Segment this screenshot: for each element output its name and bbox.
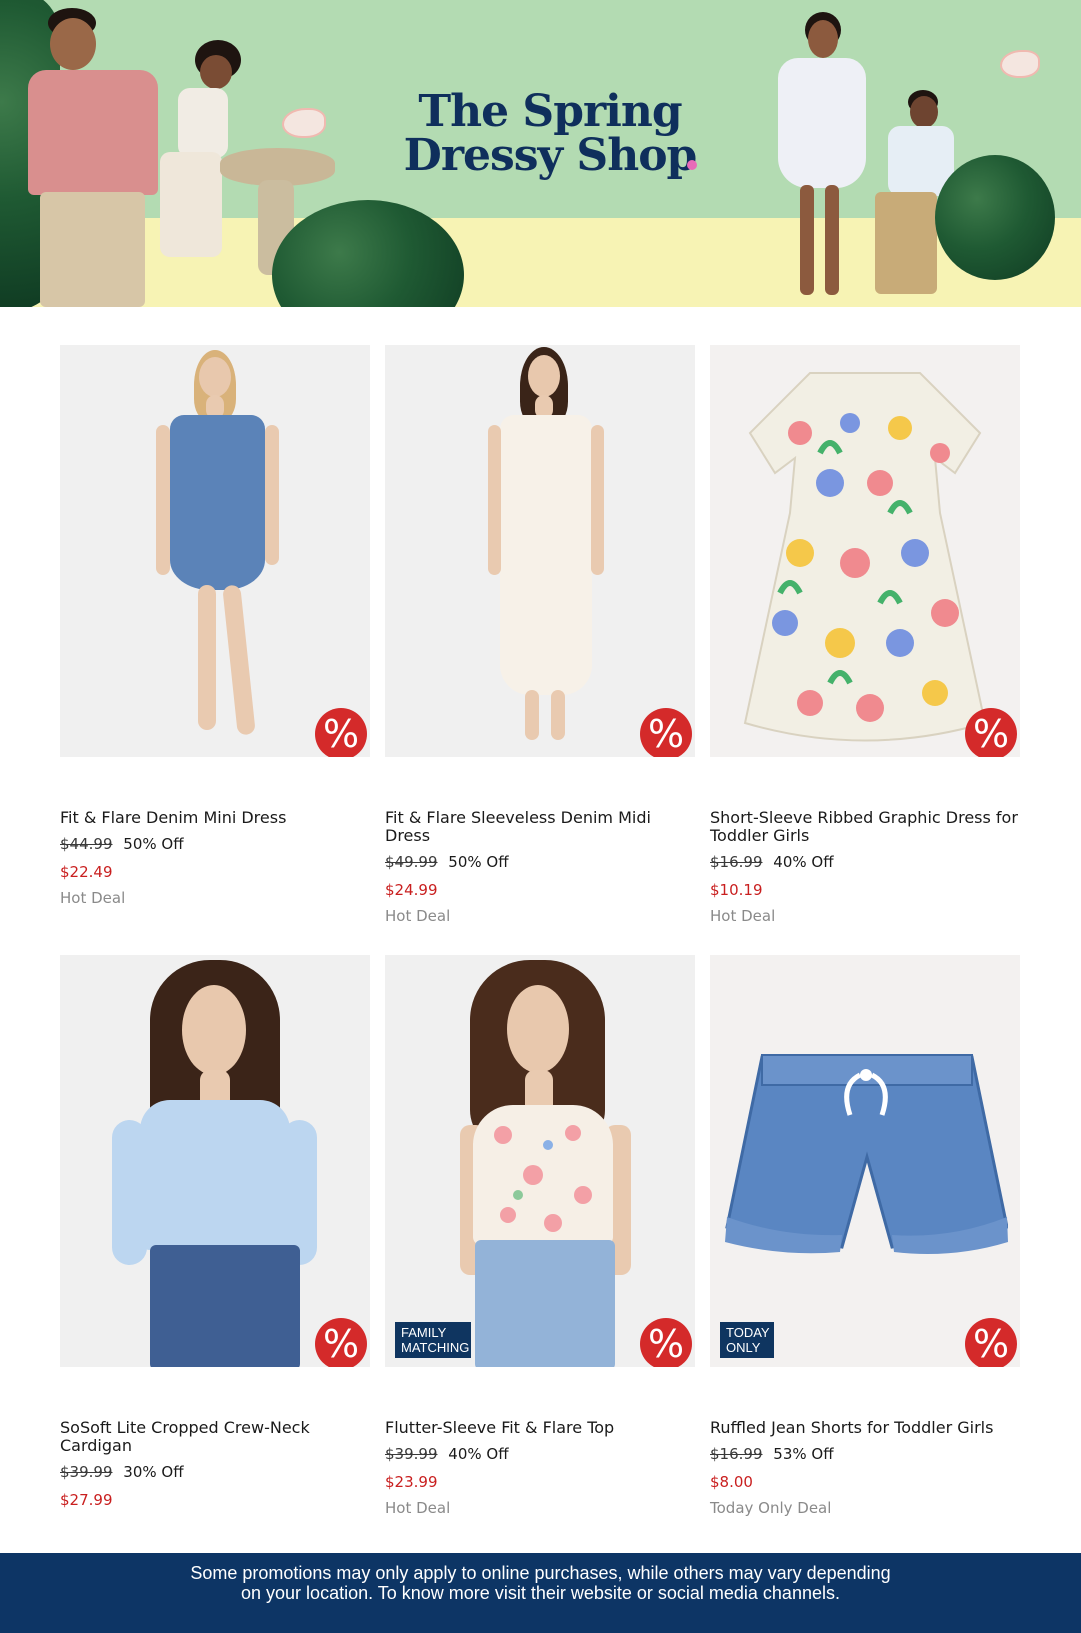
footer-disclaimer-text: Some promotions may only apply to online… [190,1563,891,1603]
sale-price: $8.00 [710,1473,753,1491]
sale-price: $23.99 [385,1473,438,1491]
jeans [475,1240,615,1367]
discount-label: 30% Off [123,1463,184,1481]
original-price: $39.99 [385,1445,438,1463]
original-price: $16.99 [710,1445,763,1463]
topiary-ball-right [935,155,1055,280]
product-name[interactable]: Fit & Flare Denim Mini Dress [60,809,370,827]
hero-title-line1: The Spring [418,86,682,137]
product-name[interactable]: Ruffled Jean Shorts for Toddler Girls [710,1419,1020,1437]
deal-label: Today Only Deal [710,1499,832,1517]
product-grid: % Fit & Flare Denim Mini Dress $44.99 50… [60,345,1022,1565]
product-name[interactable]: Short-Sleeve Ribbed Graphic Dress for To… [710,809,1020,845]
discount-label: 53% Off [773,1445,834,1463]
price-row: $39.99 30% Off [60,1463,370,1481]
product-info: SoSoft Lite Cropped Crew-Neck Cardigan $… [60,1367,370,1510]
sale-price: $24.99 [385,881,438,899]
deal-label: Hot Deal [385,1499,451,1517]
white-midi-dress [500,415,592,695]
deal-label: Hot Deal [710,907,776,925]
percent-icon: % [640,1318,692,1367]
original-price: $49.99 [385,853,438,871]
product-info: Fit & Flare Denim Mini Dress $44.99 50% … [60,757,370,908]
product-info: Flutter-Sleeve Fit & Flare Top $39.99 40… [385,1367,695,1518]
sale-price: $22.49 [60,863,113,881]
deal-label: Hot Deal [60,889,126,907]
product-card[interactable]: % Fit & Flare Sleeveless Denim Midi Dres… [385,345,695,955]
original-price: $16.99 [710,853,763,871]
bird-left-icon [282,108,326,138]
product-image[interactable]: % [710,345,1020,757]
price-row: $44.99 50% Off [60,835,370,853]
product-card[interactable]: % SoSoft Lite Cropped Crew-Neck Cardigan… [60,955,370,1565]
price-row: $16.99 40% Off [710,853,1020,871]
product-image[interactable]: TODAY ONLY % [710,955,1020,1367]
percent-icon: % [965,1318,1017,1367]
hero-title-line2: Dressy Shop [403,130,698,181]
discount-label: 50% Off [448,853,509,871]
product-card[interactable]: TODAY ONLY % Ruffled Jean Shorts for Tod… [710,955,1020,1565]
product-name[interactable]: Flutter-Sleeve Fit & Flare Top [385,1419,695,1437]
percent-icon: % [965,708,1017,757]
product-image[interactable]: % [60,955,370,1367]
product-info: Ruffled Jean Shorts for Toddler Girls $1… [710,1367,1020,1518]
denim-mini-dress [170,415,265,590]
product-info: Fit & Flare Sleeveless Denim Midi Dress … [385,757,695,926]
bird-right-icon [1000,50,1040,78]
topiary-ball-center [272,200,464,307]
product-image[interactable]: % [385,345,695,757]
price-row: $16.99 53% Off [710,1445,1020,1463]
price-row: $49.99 50% Off [385,853,695,871]
deal-label: Hot Deal [385,907,451,925]
jeans [150,1245,300,1367]
product-card[interactable]: FAMILY MATCHING % Flutter-Sleeve Fit & F… [385,955,695,1565]
today-only-tag: TODAY ONLY [720,1322,774,1358]
hero-title: The Spring Dressy Shop [400,90,700,178]
sale-price: $10.19 [710,881,763,899]
original-price: $44.99 [60,835,113,853]
price-row: $39.99 40% Off [385,1445,695,1463]
floral-toddler-dress [740,363,990,748]
sale-price: $27.99 [60,1491,113,1509]
percent-icon: % [315,708,367,757]
family-matching-tag: FAMILY MATCHING [395,1322,471,1358]
jean-shorts [722,1047,1009,1262]
product-name[interactable]: Fit & Flare Sleeveless Denim Midi Dress [385,809,695,845]
percent-icon: % [315,1318,367,1367]
hero-accent-dot [687,160,697,170]
discount-label: 40% Off [448,1445,509,1463]
original-price: $39.99 [60,1463,113,1481]
hero-banner[interactable]: The Spring Dressy Shop [0,0,1081,307]
percent-icon: % [640,708,692,757]
product-card[interactable]: % Fit & Flare Denim Mini Dress $44.99 50… [60,345,370,955]
promo-disclaimer-footer: Some promotions may only apply to online… [0,1553,1081,1633]
blue-cardigan [140,1100,290,1250]
product-card[interactable]: % Short-Sleeve Ribbed Graphic Dress for … [710,345,1020,955]
product-image[interactable]: FAMILY MATCHING % [385,955,695,1367]
discount-label: 50% Off [123,835,184,853]
discount-label: 40% Off [773,853,834,871]
product-name[interactable]: SoSoft Lite Cropped Crew-Neck Cardigan [60,1419,370,1455]
product-image[interactable]: % [60,345,370,757]
product-info: Short-Sleeve Ribbed Graphic Dress for To… [710,757,1020,926]
floral-flutter-top [473,1105,613,1245]
